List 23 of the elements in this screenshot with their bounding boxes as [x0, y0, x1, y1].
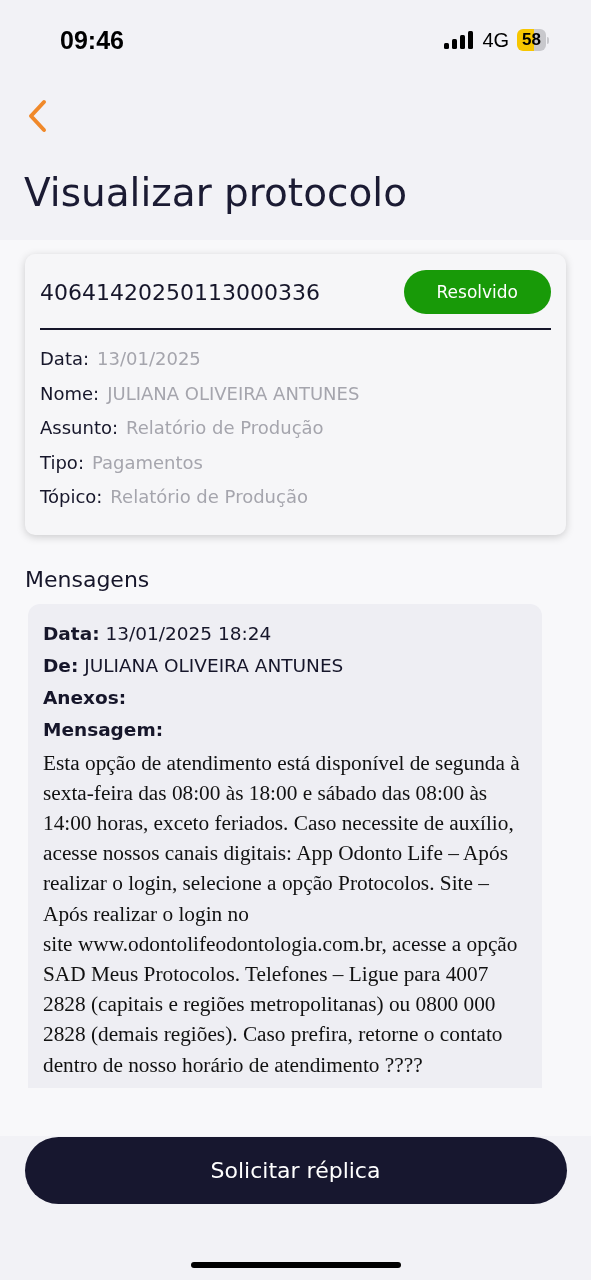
- signal-icon: [444, 31, 475, 49]
- section-title: Mensagens: [25, 566, 151, 592]
- field-value: JULIANA OLIVEIRA ANTUNES: [107, 382, 360, 404]
- field-value: Relatório de Produção: [126, 417, 324, 438]
- request-reply-button[interactable]: Solicitar réplica: [24, 1137, 567, 1204]
- message-meta: Anexos:: [43, 685, 128, 710]
- protocol-number: 40641420250113000336: [40, 279, 320, 305]
- field-label: Assunto:: [40, 417, 119, 438]
- page-title: Visualizar protocolo: [24, 170, 408, 215]
- field-value: Pagamentos: [91, 451, 203, 473]
- message-meta: De: JULIANA OLIVEIRA ANTUNES: [43, 653, 345, 678]
- message-body: Esta opção de atendimento está disponível de segunda à sexta-feira das 08:00 às 18:00 e sábado das 08:00 às 14:00 horas, exceto feriados. Caso necessite de auxílio, acesse nossos canais digitais: App Odonto Life – Após realizar o login, selecione a opção Protocolos. Site – Após realizar o login no site www.odontolifeodontologia.com.br, acesse a opção SAD Meus Protocolos. Telefones – Ligue para 4007 2828 (capitais e regiões metropolitanas) ou 0800 000 2828 (demais regiões). Caso prefira, retorne o contato dentro de nosso horário de atendimento ????: [43, 749, 521, 1079]
- message-meta: Mensagem:: [43, 717, 165, 742]
- field-value: 13/01/2025: [97, 348, 201, 369]
- field-value: Relatório de Produção: [110, 486, 308, 507]
- status-badge: Resolvido: [403, 270, 551, 314]
- field-label: Tópico:: [40, 486, 103, 507]
- field-label: Tipo:: [40, 451, 84, 473]
- network-label: 4G: [482, 28, 510, 52]
- message-meta: Data: 13/01/2025 18:24: [43, 621, 273, 646]
- clock-time: 09:46: [60, 25, 125, 55]
- field-label: Data:: [40, 348, 90, 369]
- field-label: Nome:: [40, 382, 100, 404]
